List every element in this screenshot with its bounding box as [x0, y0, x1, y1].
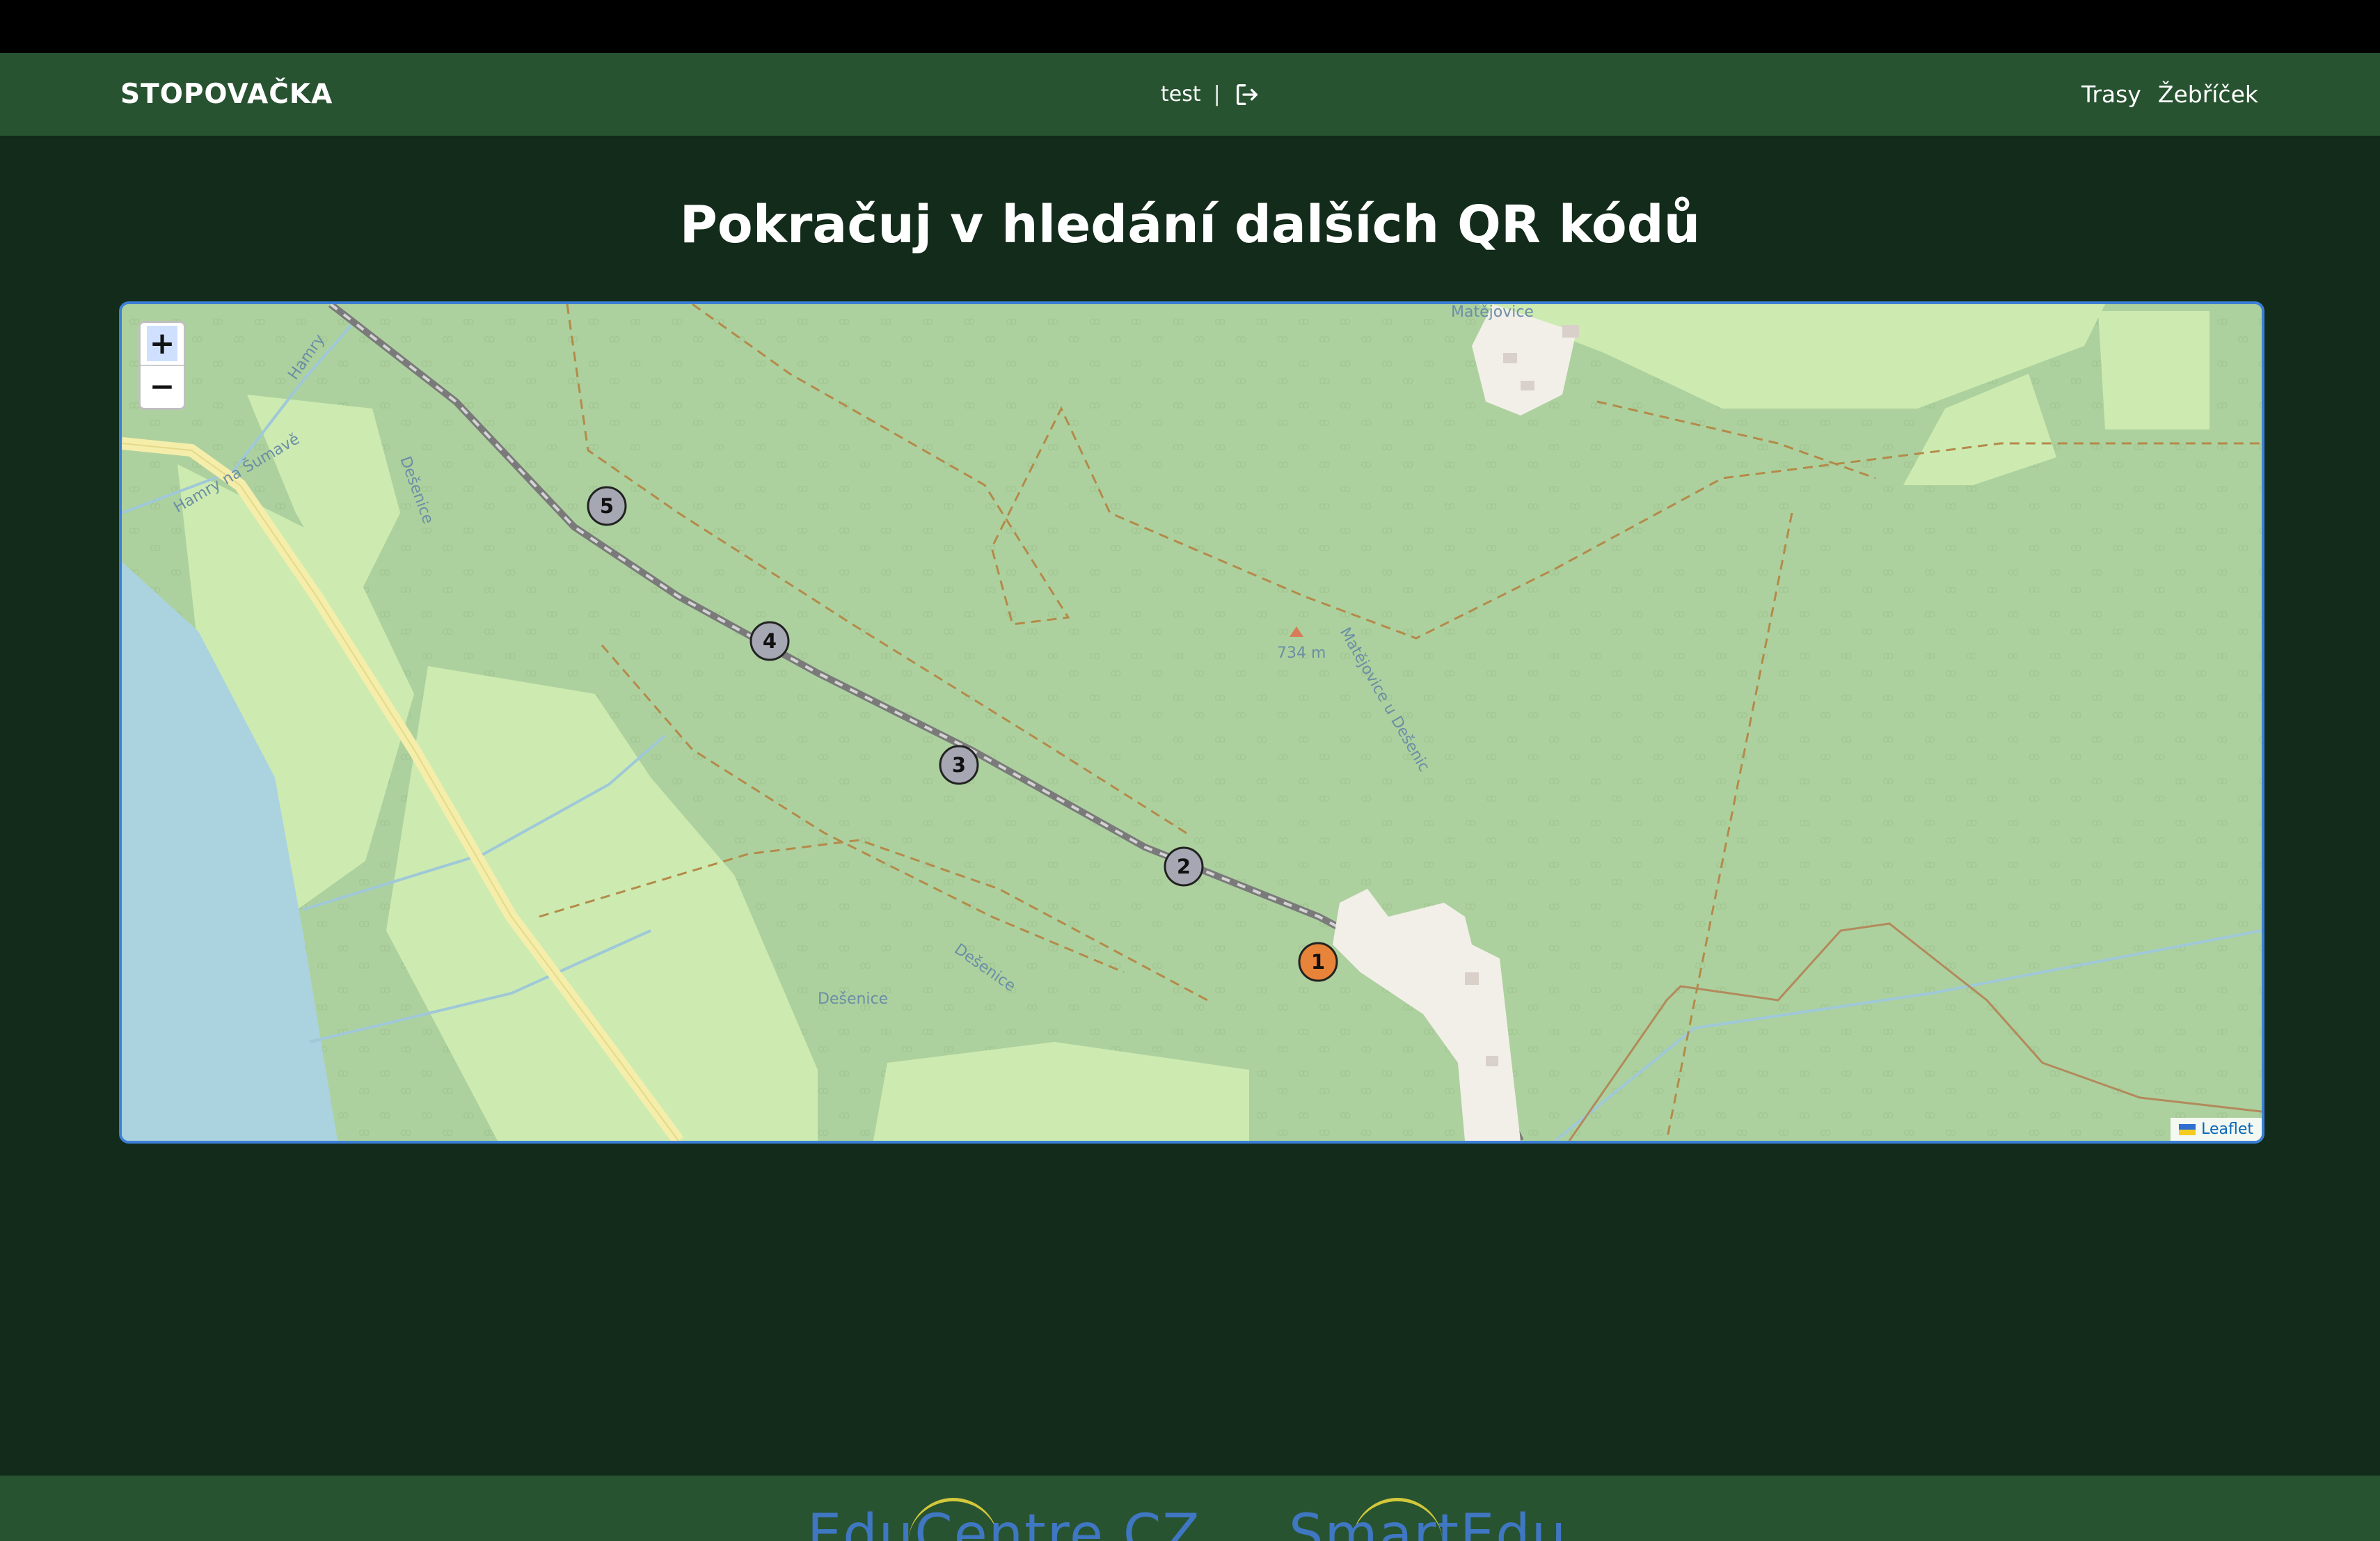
nav-link-trasy[interactable]: Trasy	[2081, 81, 2141, 108]
place-label-matejovice: Matějovice	[1451, 304, 1534, 321]
map-attribution[interactable]: Leaflet	[2171, 1118, 2262, 1141]
footer-logo-smartedu[interactable]: SmartEdu	[1289, 1503, 1567, 1541]
route-marker-5[interactable]: 5	[587, 486, 627, 526]
zoom-out-button[interactable]: −	[141, 366, 184, 408]
top-black-bar	[0, 0, 2380, 53]
route-marker-label: 2	[1177, 855, 1191, 878]
zoom-in-label: +	[146, 326, 178, 361]
zoom-in-button[interactable]: +	[141, 323, 184, 366]
user-box: test |	[1161, 53, 1261, 136]
logout-icon[interactable]	[1233, 81, 1261, 109]
elevation-label: 734 m	[1277, 645, 1326, 662]
ukraine-flag-icon	[2179, 1123, 2196, 1135]
separator: |	[1213, 82, 1221, 106]
footer-logo-educentre[interactable]: EduCentre.CZ	[807, 1503, 1201, 1541]
route-marker-4[interactable]: 4	[749, 621, 790, 661]
route-marker-1[interactable]: 1	[1298, 942, 1338, 982]
nav-links: Trasy Žebříček	[2081, 53, 2258, 136]
navbar: STOPOVAČKA test | Trasy Žebříček	[0, 53, 2380, 136]
username: test	[1161, 82, 1201, 106]
map-tiles[interactable]: ꝏ ꝏ	[122, 304, 2262, 1141]
route-marker-label: 1	[1311, 950, 1325, 974]
page-title: Pokračuj v hledání dalších QR kódů	[679, 195, 1701, 255]
route-marker-label: 3	[952, 753, 966, 777]
route-marker-3[interactable]: 3	[939, 745, 979, 785]
map-container[interactable]: ꝏ ꝏ	[119, 301, 2264, 1144]
place-label-desenice-2: Dešenice	[818, 990, 888, 1008]
brand-logo[interactable]: STOPOVAČKA	[120, 53, 333, 136]
route-marker-label: 5	[600, 494, 614, 518]
footer: EduCentre.CZ SmartEdu	[0, 1476, 2380, 1541]
attribution-link[interactable]: Leaflet	[2201, 1121, 2253, 1138]
zoom-control: + −	[138, 321, 186, 410]
nav-link-zebricek[interactable]: Žebříček	[2158, 81, 2258, 108]
route-marker-2[interactable]: 2	[1164, 846, 1204, 887]
route-marker-label: 4	[763, 629, 777, 653]
